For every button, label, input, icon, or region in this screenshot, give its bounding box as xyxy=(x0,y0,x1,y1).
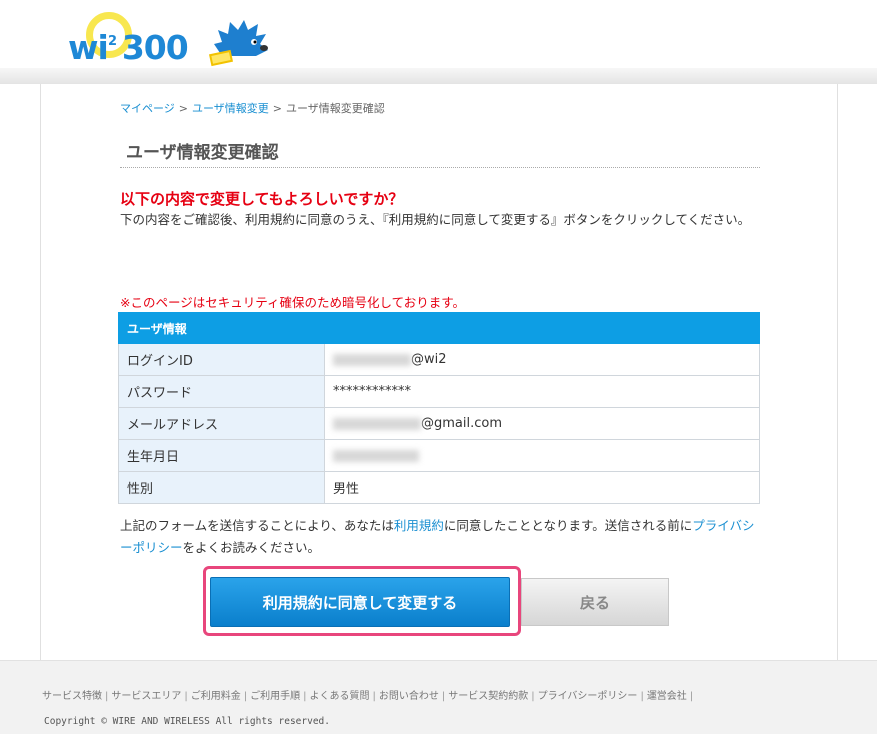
table-header-row: ユーザ情報 xyxy=(118,312,760,344)
footer-link-faq[interactable]: よくある質問 xyxy=(310,691,370,702)
footer-link-company[interactable]: 運営会社 xyxy=(647,691,687,702)
user-info-table: ユーザ情報 ログインID @wi2 パスワード ************ メール… xyxy=(118,312,760,504)
breadcrumb-separator: > xyxy=(178,102,188,115)
row-label-email: メールアドレス xyxy=(118,407,325,440)
security-note: ※このページはセキュリティ確保のため暗号化しております。 xyxy=(120,295,465,310)
footer-link-features[interactable]: サービス特徴 xyxy=(42,691,102,702)
row-label-birthdate: 生年月日 xyxy=(118,439,325,472)
site-footer: サービス特徴 | サービスエリア | ご利用料金 | ご利用手順 | よくある質問 | お問い合わせ… xyxy=(0,660,877,734)
row-value-login-id: @wi2 xyxy=(324,343,760,376)
site-header: wi 2 300 xyxy=(0,0,877,84)
row-label-login-id: ログインID xyxy=(118,343,325,376)
row-value-password: ************ xyxy=(324,375,760,408)
logo-text: wi 2 300 xyxy=(68,28,189,67)
page-title: ユーザ情報変更確認 xyxy=(120,138,760,168)
table-header: ユーザ情報 xyxy=(118,312,760,344)
breadcrumb-separator: > xyxy=(272,102,282,115)
redacted-text xyxy=(333,353,411,366)
footer-link-steps[interactable]: ご利用手順 xyxy=(250,691,300,702)
agree-and-change-button[interactable]: 利用規約に同意して変更する xyxy=(210,577,510,627)
table-row: 生年月日 xyxy=(118,439,760,472)
terms-link[interactable]: 利用規約 xyxy=(394,518,444,533)
breadcrumb-current: ユーザ情報変更確認 xyxy=(286,102,385,115)
table-row: パスワード ************ xyxy=(118,375,760,408)
redacted-text xyxy=(333,417,421,430)
breadcrumb-mypage[interactable]: マイページ xyxy=(120,102,175,115)
wi2-300-logo[interactable]: wi 2 300 xyxy=(68,12,278,72)
footer-link-pricing[interactable]: ご利用料金 xyxy=(191,691,241,702)
confirm-question: 以下の内容で変更してもよろしいですか？ xyxy=(120,190,404,208)
breadcrumb-user-info-change[interactable]: ユーザ情報変更 xyxy=(192,102,269,115)
copyright: Copyright © WIRE AND WIRELESS All rights… xyxy=(44,716,330,727)
terms-notice: 上記のフォームを送信することにより、あなたは利用規約に同意したこととなります。送… xyxy=(120,518,755,555)
row-value-gender: 男性 xyxy=(324,471,760,504)
table-row: ログインID @wi2 xyxy=(118,343,760,376)
redacted-text xyxy=(333,449,419,462)
row-label-password: パスワード xyxy=(118,375,325,408)
footer-link-terms[interactable]: サービス契約約款 xyxy=(448,691,528,702)
back-button[interactable]: 戻る xyxy=(521,578,669,626)
table-row: 性別 男性 xyxy=(118,471,760,504)
row-value-email: @gmail.com xyxy=(324,407,760,440)
footer-link-area[interactable]: サービスエリア xyxy=(111,691,181,702)
confirm-description: 下の内容をご確認後、利用規約に同意のうえ、『利用規約に同意して変更する』ボタンを… xyxy=(120,212,751,227)
breadcrumb: マイページ > ユーザ情報変更 > ユーザ情報変更確認 xyxy=(120,100,385,116)
footer-link-privacy[interactable]: プライバシーポリシー xyxy=(538,691,638,702)
footer-link-contact[interactable]: お問い合わせ xyxy=(379,691,439,702)
row-label-gender: 性別 xyxy=(118,471,325,504)
hedgehog-mascot-icon xyxy=(208,20,268,67)
footer-nav: サービス特徴 | サービスエリア | ご利用料金 | ご利用手順 | よくある質問 | お問い合わせ… xyxy=(42,691,694,702)
table-row: メールアドレス @gmail.com xyxy=(118,407,760,440)
row-value-birthdate xyxy=(324,439,760,472)
